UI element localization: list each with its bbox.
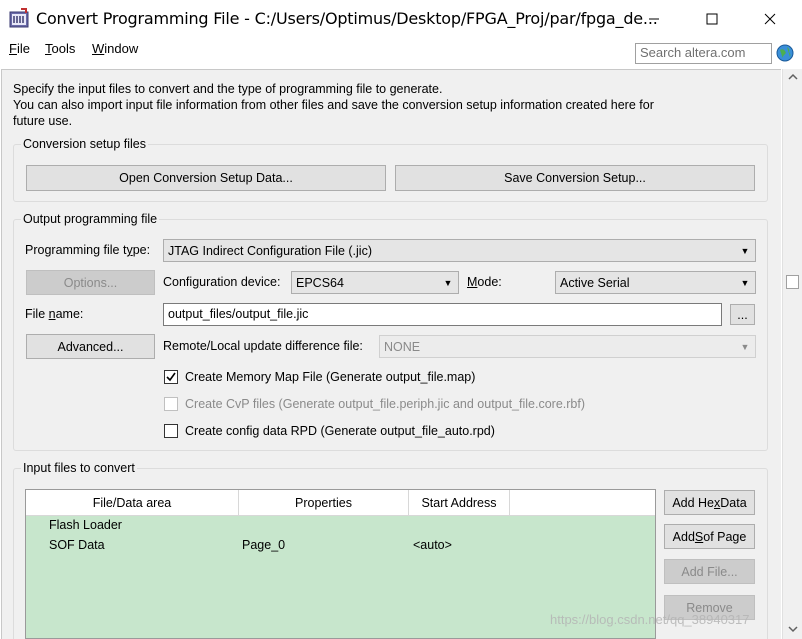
programming-file-type-label: Programming file type: [25,243,151,257]
column-header[interactable]: Properties [239,490,409,516]
selected-value: JTAG Indirect Configuration File (.jic) [168,243,372,258]
advanced-button[interactable]: Advanced... [26,334,155,359]
selected-value: EPCS64 [296,275,344,290]
table-header: File/Data area Properties Start Address [26,490,655,516]
table-row-sof-data[interactable]: SOF Data [49,538,105,552]
programming-file-type-select[interactable]: JTAG Indirect Configuration File (.jic) … [163,239,756,262]
chevron-down-icon: ▼ [740,277,750,288]
create-cvp-label[interactable]: Create CvP files (Generate output_file.p… [185,397,585,411]
add-hex-data-button[interactable]: Add He x Data [664,490,755,515]
close-button[interactable] [741,0,799,38]
search-input[interactable]: Search altera.com [635,43,772,64]
create-cvp-checkbox[interactable] [164,397,178,411]
selected-value: NONE [384,339,421,354]
scroll-up-icon[interactable] [788,73,798,81]
menu-tools[interactable]: Tools [45,41,75,56]
close-icon [764,13,776,25]
maximize-button[interactable] [683,0,741,38]
add-sof-page-button[interactable]: Add Sof Page [664,524,755,549]
maximize-icon [706,13,718,25]
save-conversion-setup-button[interactable]: Save Conversion Setup... [395,165,755,191]
intro-line: future use. [13,114,73,128]
minimize-icon [649,18,659,20]
intro-line: Specify the input files to convert and t… [13,82,443,96]
watermark: https://blog.csdn.net/qq_38940317 [550,612,750,627]
remote-local-update-label: Remote/Local update difference file: [163,339,363,353]
configuration-device-select[interactable]: EPCS64 ▼ [291,271,459,294]
table-row-flash-loader[interactable]: Flash Loader [49,518,122,532]
checkmark-icon [166,372,176,382]
minimize-button[interactable] [625,0,683,38]
globe-icon[interactable] [776,44,794,62]
mode-label: Mode: [467,275,502,289]
intro-text: Specify the input files to convert and t… [13,81,713,129]
remote-local-update-select[interactable]: NONE ▼ [379,335,756,358]
table-cell-start-address: <auto> [413,538,452,552]
scroll-thumb[interactable] [786,275,799,289]
quartus-app-icon [9,8,29,28]
selected-value: Active Serial [560,275,630,290]
chevron-down-icon: ▼ [740,245,750,256]
mode-select[interactable]: Active Serial ▼ [555,271,756,294]
menu-window[interactable]: Window [92,41,138,56]
create-rpd-checkbox[interactable] [164,424,178,438]
file-name-label: File name: [25,307,84,321]
column-header[interactable]: File/Data area [26,490,239,516]
input-files-title: Input files to convert [21,461,137,475]
conversion-setup-title: Conversion setup files [21,137,148,151]
open-conversion-setup-button[interactable]: Open Conversion Setup Data... [26,165,386,191]
output-programming-title: Output programming file [21,212,160,226]
chevron-down-icon: ▼ [443,277,453,288]
create-memory-map-checkbox[interactable] [164,370,178,384]
column-header[interactable]: Start Address [409,490,510,516]
table-cell-properties: Page_0 [242,538,286,552]
create-rpd-label[interactable]: Create config data RPD (Generate output_… [185,424,495,438]
menu-file[interactable]: File [9,41,30,56]
create-memory-map-label[interactable]: Create Memory Map File (Generate output_… [185,370,475,384]
chevron-down-icon: ▼ [740,341,750,352]
vertical-scrollbar[interactable] [782,69,802,639]
scroll-down-icon[interactable] [788,625,798,633]
intro-line: You can also import input file informati… [13,98,654,112]
browse-button[interactable]: ... [730,304,755,325]
configuration-device-label: Configuration device: [163,275,281,289]
options-button[interactable]: Options... [26,270,155,295]
add-file-button[interactable]: Add File... [664,559,755,584]
file-name-input[interactable]: output_files/output_file.jic [163,303,722,326]
window-title: Convert Programming File - C:/Users/Opti… [36,9,658,28]
